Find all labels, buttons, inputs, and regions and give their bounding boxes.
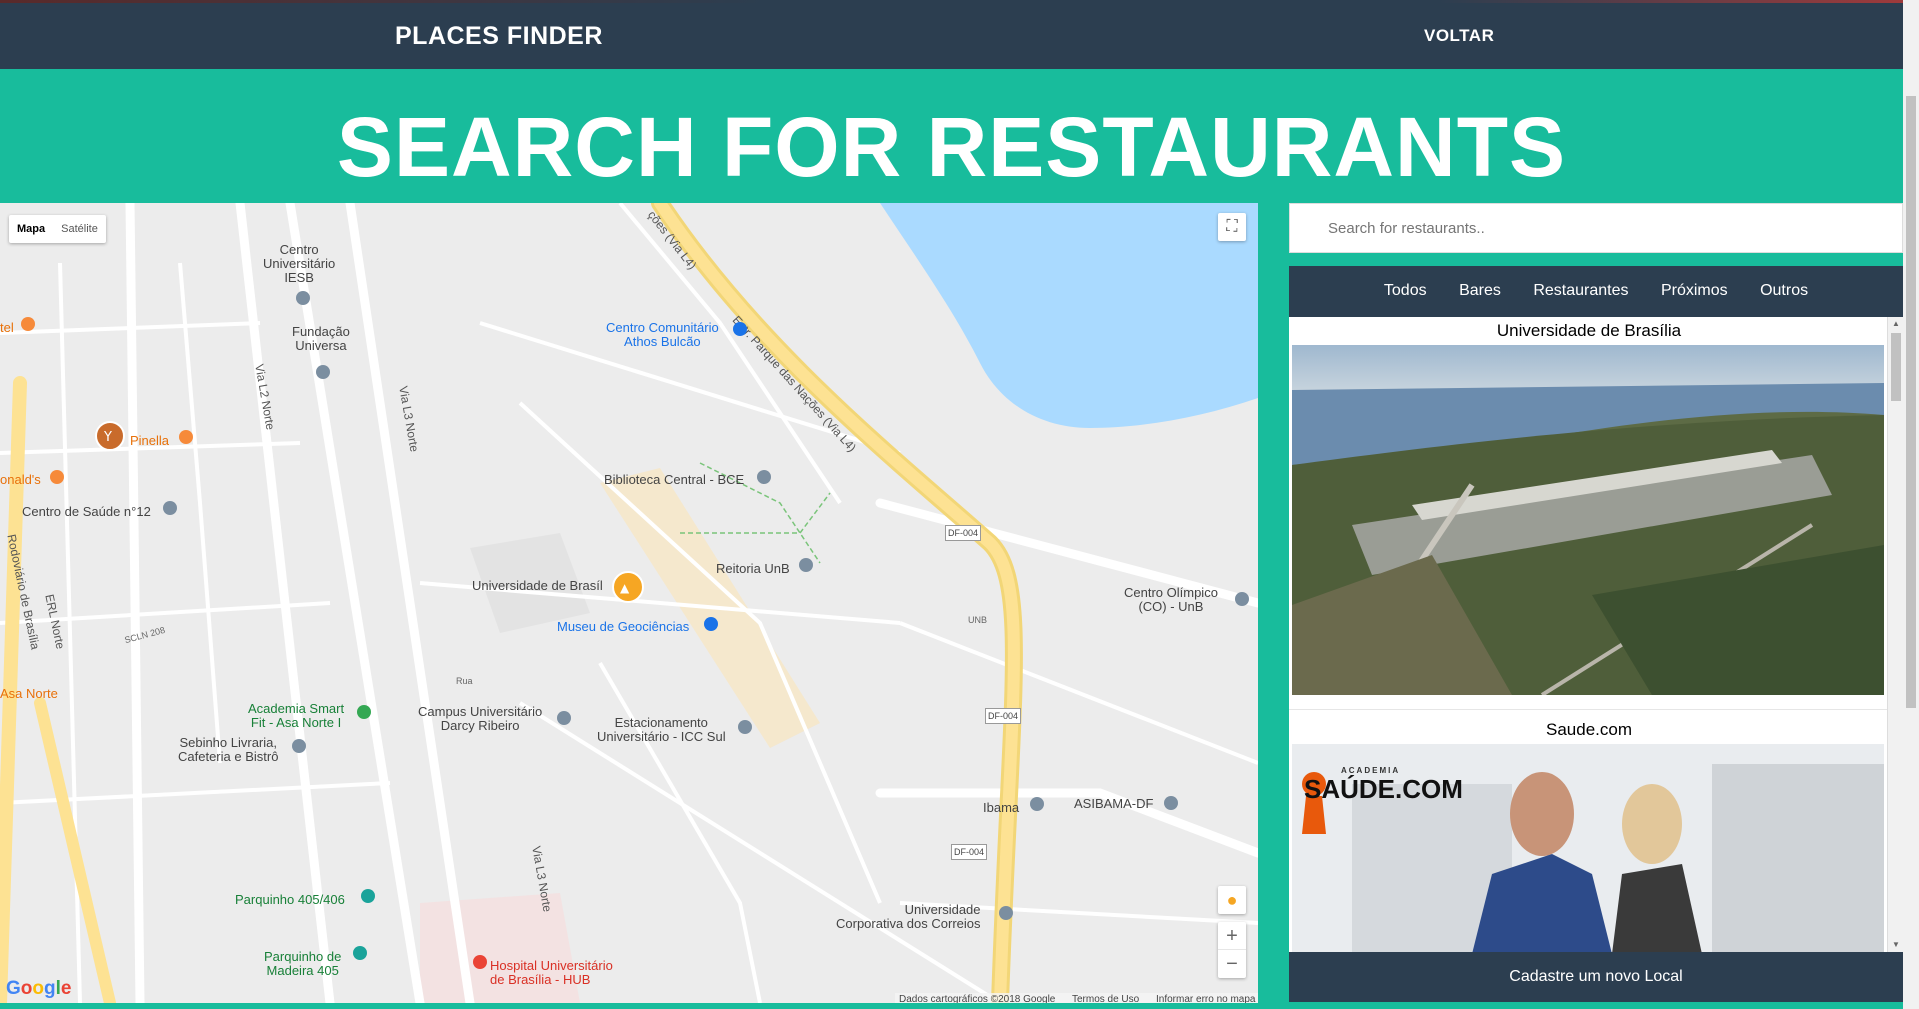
scroll-down-icon[interactable]: ▼ (1888, 938, 1904, 952)
page-title: SEARCH FOR RESTAURANTS (336, 100, 1567, 194)
place-pin-icon (1235, 592, 1249, 606)
list-scrollbar[interactable]: ▲ ▼ (1887, 317, 1903, 952)
zoom-out-button[interactable]: − (1218, 950, 1246, 978)
top-stripe (0, 0, 1919, 3)
page-scrollbar[interactable] (1903, 0, 1919, 1009)
school-icon (316, 365, 330, 379)
report-error-link[interactable]: Informar erro no mapa (1156, 994, 1256, 1003)
map-view[interactable]: Mapa Satélite ⛶ Centro Universitário IES… (0, 203, 1258, 1003)
hero-banner: SEARCH FOR RESTAURANTS (0, 69, 1903, 203)
pegman-icon[interactable]: ● (1218, 886, 1246, 914)
park-icon (361, 889, 375, 903)
filter-todos[interactable]: Todos (1384, 282, 1427, 300)
filter-restaurantes[interactable]: Restaurantes (1533, 282, 1628, 300)
map-data-credit: Dados cartográficos ©2018 Google (899, 994, 1056, 1003)
svg-text:Y: Y (103, 430, 112, 445)
shop-icon (292, 739, 306, 753)
filter-proximos[interactable]: Próximos (1661, 282, 1728, 300)
restaurant-icon (50, 470, 64, 484)
bottom-strip (0, 1003, 1903, 1009)
school-icon (296, 291, 310, 305)
parking-icon (738, 720, 752, 734)
library-icon (757, 470, 771, 484)
place-pin-icon (1164, 796, 1178, 810)
place-pin-icon (1030, 797, 1044, 811)
terms-link[interactable]: Termos de Uso (1072, 994, 1139, 1003)
zoom-in-button[interactable]: + (1218, 922, 1246, 950)
place-pin-icon (799, 558, 813, 572)
place-pin-icon (999, 906, 1013, 920)
place-title[interactable]: Universidade de Brasília (1289, 317, 1889, 345)
hospital-pin-icon (473, 955, 487, 969)
hospital-icon (163, 501, 177, 515)
register-place-button[interactable]: Cadastre um novo Local (1289, 952, 1903, 1002)
zoom-control: + − (1218, 922, 1246, 978)
places-list[interactable]: Universidade de Brasília Saude.com ACADE… (1289, 317, 1903, 952)
svg-text:▲: ▲ (620, 581, 630, 595)
google-logo[interactable]: Google (6, 978, 71, 1000)
gym-logo-main: SAÚDE.COM (1304, 774, 1463, 804)
gym-pin-icon (357, 705, 371, 719)
scroll-up-icon[interactable]: ▲ (1888, 317, 1904, 331)
park-icon (353, 946, 367, 960)
search-box (1289, 203, 1903, 253)
filter-bar: Todos Bares Restaurantes Próximos Outros (1289, 266, 1903, 317)
filter-bares[interactable]: Bares (1459, 282, 1501, 300)
navbar: PLACES FINDER VOLTAR (0, 0, 1919, 69)
restaurant-icon (179, 430, 193, 444)
museum-icon (704, 617, 718, 631)
back-link[interactable]: VOLTAR (1424, 26, 1494, 46)
place-card[interactable]: Universidade de Brasília (1289, 317, 1889, 695)
school-icon (557, 711, 571, 725)
filter-outros[interactable]: Outros (1760, 282, 1808, 300)
restaurant-icon (21, 317, 35, 331)
map-markers: Y ▲ (21, 291, 1249, 969)
scrollbar-thumb[interactable] (1891, 333, 1901, 401)
place-pin-icon (733, 322, 747, 336)
place-title[interactable]: Saude.com (1289, 716, 1889, 744)
search-input[interactable] (1290, 204, 1902, 252)
place-photo[interactable] (1292, 345, 1884, 695)
brand-title[interactable]: PLACES FINDER (395, 22, 603, 51)
map-attribution: Dados cartográficos ©2018 Google Termos … (895, 993, 1258, 1003)
page-scrollbar-thumb[interactable] (1906, 96, 1916, 708)
place-card[interactable]: Saude.com ACADEMIA SAÚDE.COM (1289, 709, 1889, 952)
